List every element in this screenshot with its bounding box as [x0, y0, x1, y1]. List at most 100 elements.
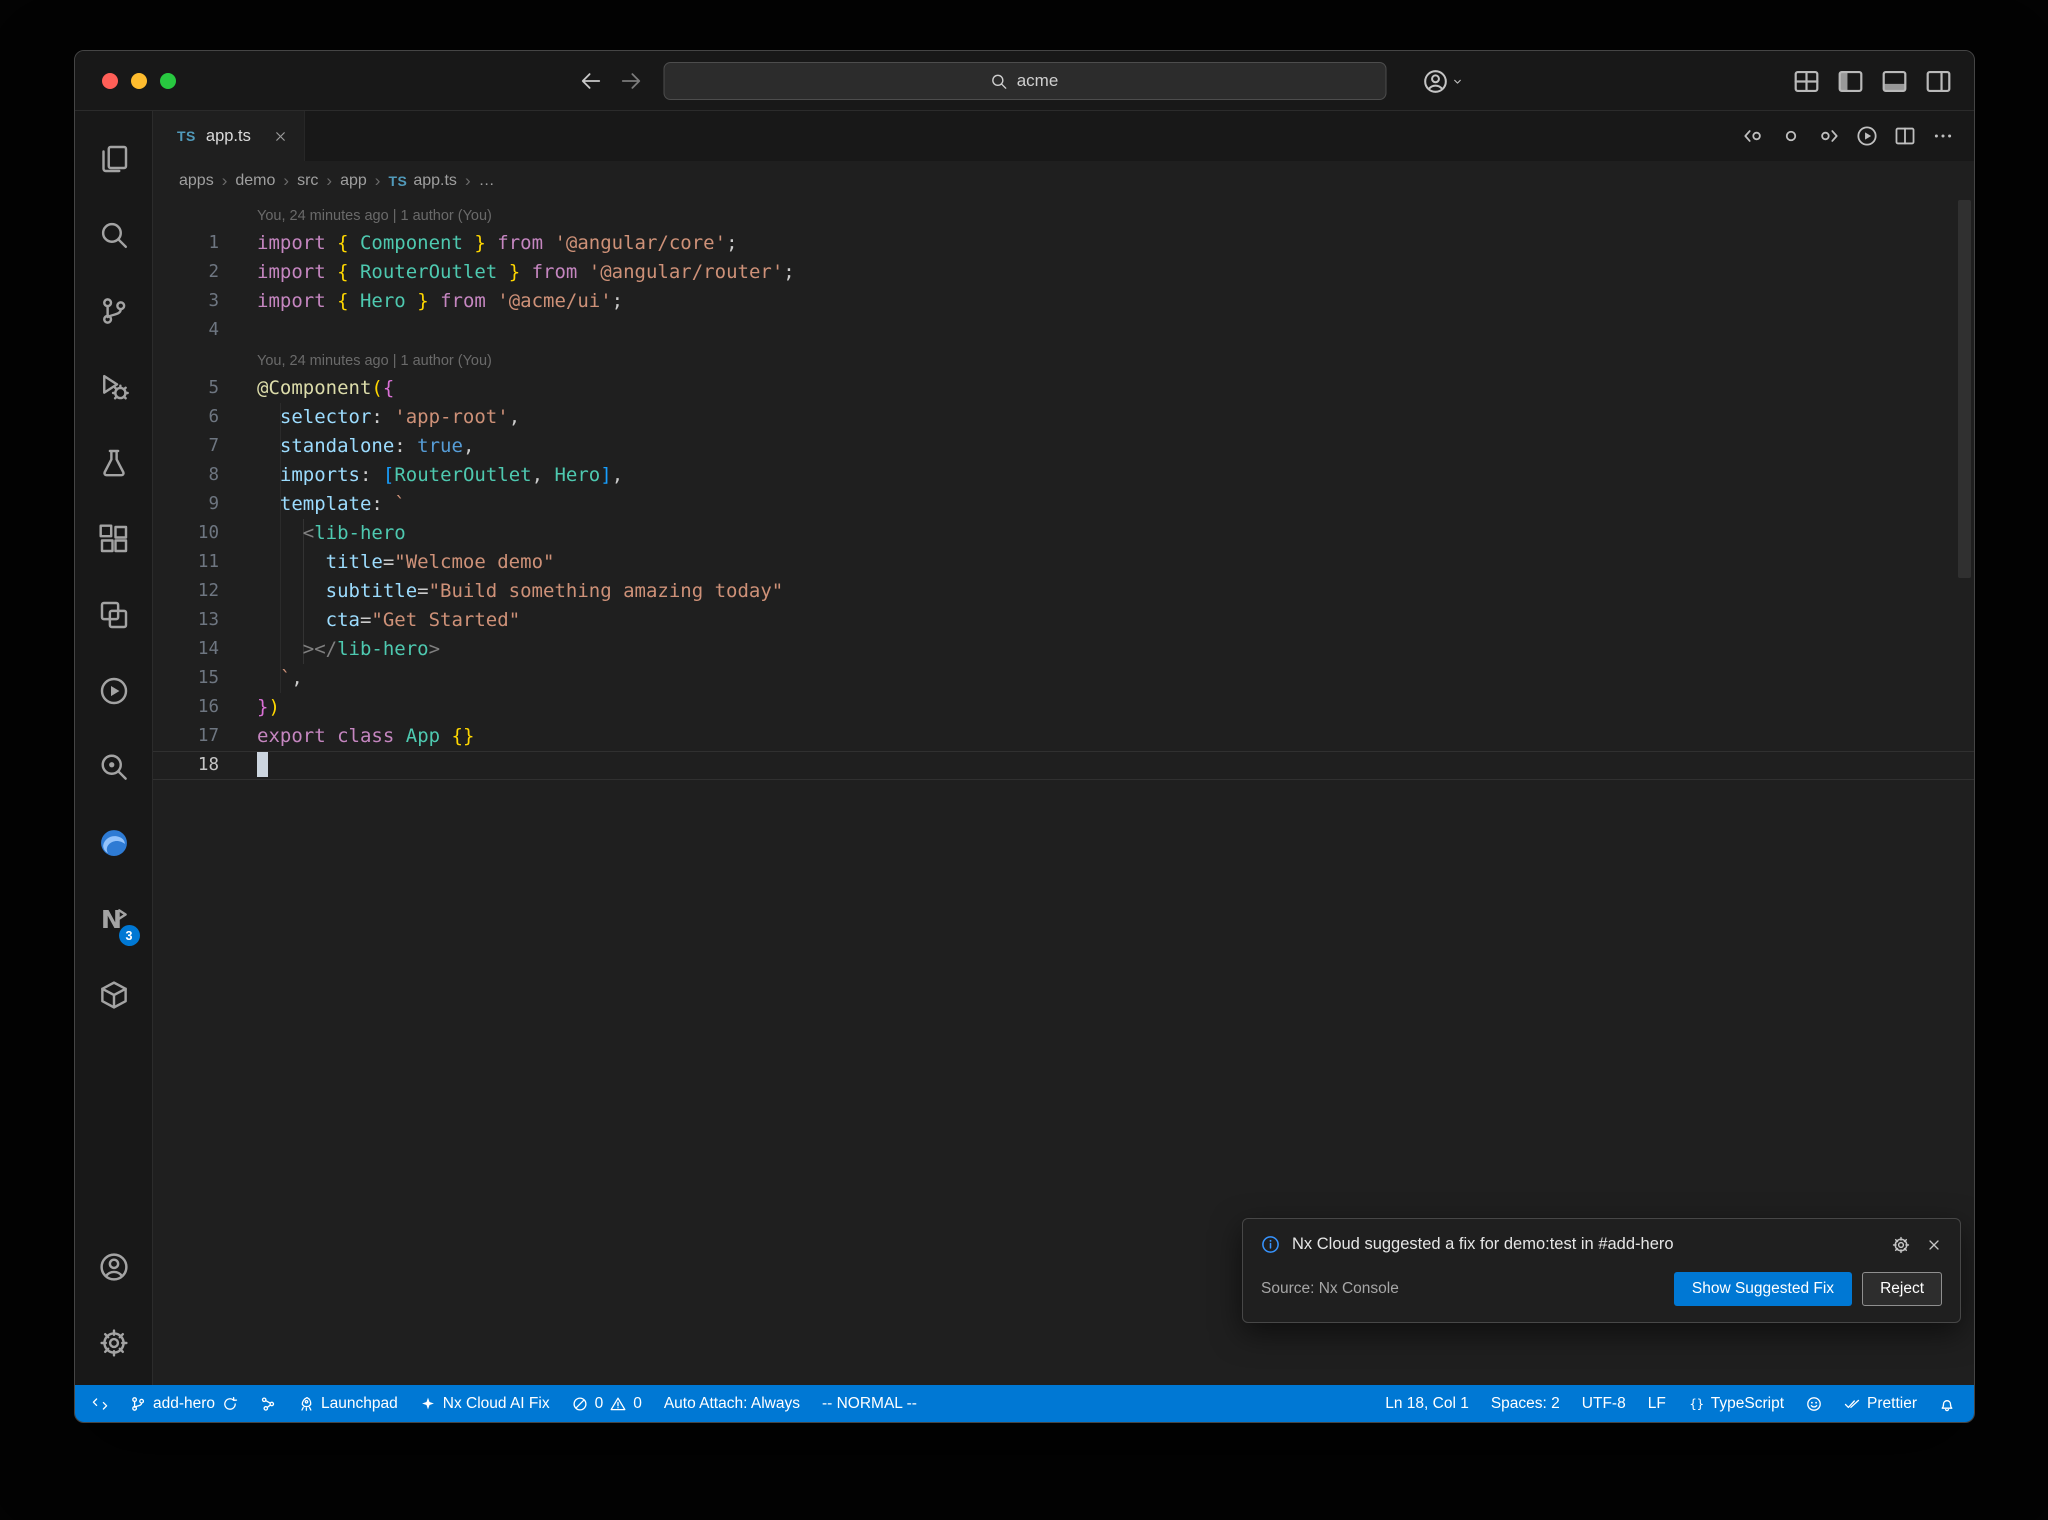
search-icon [991, 73, 1008, 90]
go-forward-icon[interactable] [620, 70, 642, 92]
code-line-1[interactable]: 1 import { Component } from '@angular/cor… [153, 229, 1974, 258]
customize-layout[interactable] [1793, 68, 1820, 95]
code-line-14[interactable]: 14 ></lib-hero> [153, 635, 1974, 664]
rocket-icon [301, 1396, 312, 1411]
minimize-button[interactable] [131, 73, 147, 89]
tab-app-ts[interactable]: TS app.ts [153, 111, 305, 161]
close-tab-icon[interactable] [273, 129, 288, 144]
code-line-9[interactable]: 9 template: ` [153, 490, 1974, 519]
activity-item-inspect[interactable] [75, 729, 153, 805]
breadcrumb-item-apps[interactable]: apps [179, 172, 214, 190]
code-line-3[interactable]: 3 import { Hero } from '@acme/ui'; [153, 287, 1974, 316]
pending-indicator[interactable] [1780, 125, 1802, 147]
activity-item-testing[interactable] [75, 425, 153, 501]
code-line-5[interactable]: 5 @Component({ [153, 374, 1974, 403]
code-line-6[interactable]: 6 selector: 'app-root', [153, 403, 1974, 432]
status-language-mode[interactable]: {} TypeScript [1677, 1385, 1795, 1422]
blame-row[interactable]: You, 24 minutes ago | 1 author (You) [153, 345, 1974, 374]
status-cursor-position[interactable]: Ln 18, Col 1 [1374, 1385, 1480, 1422]
status-problems-label: 0 [594, 1394, 604, 1412]
status-vim-mode[interactable]: -- NORMAL -- [811, 1385, 928, 1422]
account-icon [1424, 69, 1447, 93]
activity-item-edge-devtools[interactable] [75, 805, 153, 881]
code-line-4[interactable]: 4 [153, 316, 1974, 345]
code-line-7[interactable]: 7 standalone: true, [153, 432, 1974, 461]
show-suggested-fix-button[interactable]: Show Suggested Fix [1673, 1272, 1853, 1306]
command-center-search[interactable]: acme [663, 62, 1386, 100]
code-line-18[interactable]: 18 [153, 751, 1974, 780]
next-change[interactable] [1818, 125, 1840, 147]
status-prettier[interactable]: Prettier [1833, 1385, 1928, 1422]
account-icon [1423, 69, 1448, 94]
status-problems-label: 0 [633, 1394, 642, 1412]
status-encoding[interactable]: UTF-8 [1571, 1385, 1637, 1422]
edge-icon [100, 830, 127, 856]
line-number: 2 [208, 262, 219, 282]
zoom-button[interactable] [160, 73, 176, 89]
typescript-file-icon: TS [177, 128, 196, 144]
editor-scrollbar[interactable] [1958, 200, 1971, 578]
remote-icon [92, 1397, 108, 1410]
status-auto-attach[interactable]: Auto Attach: Always [653, 1385, 811, 1422]
code-line-10[interactable]: 10 <lib-hero [153, 519, 1974, 548]
breadcrumb-label: demo [235, 171, 276, 189]
reject-button[interactable]: Reject [1862, 1272, 1942, 1306]
blame-row[interactable]: You, 24 minutes ago | 1 author (You) [153, 200, 1974, 229]
go-back-icon[interactable] [580, 70, 602, 92]
activity-item-run-panel[interactable] [75, 653, 153, 729]
toggle-primary-sidebar[interactable] [1837, 68, 1864, 95]
toggle-secondary-sidebar[interactable] [1925, 68, 1952, 95]
code-content: standalone: true, [279, 435, 475, 457]
status-notifications[interactable] [1928, 1385, 1966, 1422]
status-feedback[interactable] [1795, 1385, 1833, 1422]
activity-item-settings[interactable] [75, 1305, 153, 1381]
activity-item-source-control[interactable] [75, 273, 153, 349]
sparkle-icon [421, 1397, 434, 1409]
notification-source: Source: Nx Console [1261, 1280, 1399, 1297]
breadcrumb-item-app-ts[interactable]: TS app.ts [388, 172, 456, 190]
code-content: <lib-hero [302, 522, 406, 544]
status-problems[interactable]: 00 [561, 1385, 653, 1422]
status-commit-graph[interactable] [249, 1385, 287, 1422]
status-launchpad[interactable]: Launchpad [287, 1385, 409, 1422]
code-editor[interactable]: You, 24 minutes ago | 1 author (You) 1 imp… [153, 200, 1974, 1385]
blame-annotation: You, 24 minutes ago | 1 author (You) [257, 208, 492, 224]
code-line-15[interactable]: 15 `, [153, 664, 1974, 693]
status-git-branch[interactable]: add-hero [119, 1385, 249, 1422]
status-bar: add-hero Launchpad Nx Cloud AI Fix 0 0 Auto A… [75, 1385, 1974, 1422]
breadcrumb-item-demo[interactable]: demo [235, 172, 275, 190]
activity-item-nx-console[interactable]: N3 [75, 881, 153, 957]
status-indentation[interactable]: Spaces: 2 [1480, 1385, 1571, 1422]
activity-item-extensions[interactable] [75, 501, 153, 577]
close-button[interactable] [102, 73, 118, 89]
code-line-8[interactable]: 8 imports: [RouterOutlet, Hero], [153, 461, 1974, 490]
activity-item-run-debug[interactable] [75, 349, 153, 425]
notification-close-icon[interactable] [1926, 1237, 1942, 1253]
notification-settings-icon[interactable] [1892, 1236, 1910, 1254]
status-eol[interactable]: LF [1637, 1385, 1677, 1422]
activity-item-explorer[interactable] [75, 121, 153, 197]
breadcrumb-item-app[interactable]: app [340, 172, 367, 190]
account-menu[interactable] [1423, 51, 1464, 111]
code-line-13[interactable]: 13 cta="Get Started" [153, 606, 1974, 635]
activity-item-search[interactable] [75, 197, 153, 273]
status-remote-indicator[interactable] [81, 1385, 119, 1422]
code-line-2[interactable]: 2 import { RouterOutlet } from '@angular/… [153, 258, 1974, 287]
vscode-window: acme N3 TS app.ts apps › demo › src › app › TS ap… [74, 50, 1975, 1423]
activity-item-remote-explorer[interactable] [75, 577, 153, 653]
bell-icon [1941, 1399, 1953, 1411]
toggle-panel[interactable] [1881, 68, 1908, 95]
activity-item-containers[interactable] [75, 957, 153, 1033]
previous-change[interactable] [1742, 125, 1764, 147]
code-line-12[interactable]: 12 subtitle="Build something amazing tod… [153, 577, 1974, 606]
split-editor[interactable] [1894, 125, 1916, 147]
breadcrumb-item-src[interactable]: src [297, 172, 318, 190]
run-file[interactable] [1856, 125, 1878, 147]
code-line-11[interactable]: 11 title="Welcmoe demo" [153, 548, 1974, 577]
code-line-17[interactable]: 17 export class App {} [153, 722, 1974, 751]
breadcrumb-item-more[interactable]: … [479, 172, 495, 190]
code-line-16[interactable]: 16}) [153, 693, 1974, 722]
more-actions[interactable] [1932, 125, 1954, 147]
activity-item-accounts[interactable] [75, 1229, 153, 1305]
status-nx-cloud-ai-fix[interactable]: Nx Cloud AI Fix [409, 1385, 561, 1422]
